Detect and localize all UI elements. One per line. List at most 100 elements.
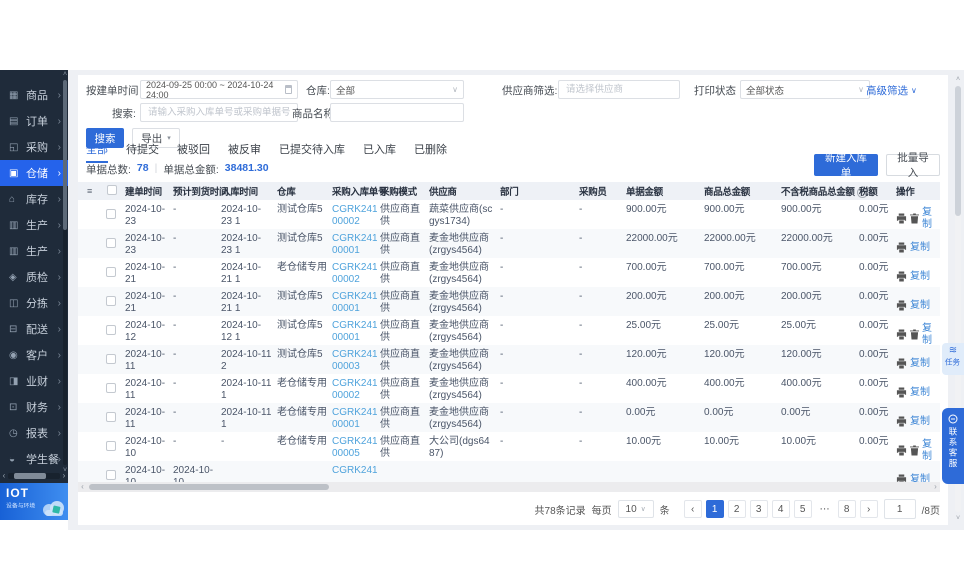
sidebar-item[interactable]: ▥ 生产 ›	[0, 212, 68, 238]
warehouse-select[interactable]: 全部 ∨	[330, 80, 464, 99]
order-number-link[interactable]: CGRK24102300002	[332, 204, 375, 228]
copy-link[interactable]: 复制	[922, 439, 938, 462]
sidebar-item[interactable]: ▣ 仓储 ›	[0, 160, 68, 186]
print-status-select[interactable]: 全部状态 ∨	[740, 80, 870, 99]
sidebar-item[interactable]: ◱ 采购 ›	[0, 134, 68, 160]
page-jump-input[interactable]	[884, 499, 916, 519]
row-checkbox[interactable]	[106, 209, 116, 219]
print-icon[interactable]	[896, 329, 907, 340]
copy-link[interactable]: 复制	[910, 271, 930, 283]
sidebar-item[interactable]: ◒ 学生餐 ›	[0, 446, 68, 472]
order-number-link[interactable]: CGRK24101000005	[332, 436, 375, 460]
advanced-filter-link[interactable]: 高级筛选 ∨	[866, 83, 917, 98]
page-button[interactable]: 8	[838, 500, 856, 518]
per-page-select[interactable]: 10 ∨	[618, 500, 654, 518]
copy-link[interactable]: 复制	[910, 242, 930, 254]
print-icon[interactable]	[896, 213, 907, 224]
table-horizontal-scrollbar[interactable]: ‹ ›	[78, 482, 940, 492]
delete-icon[interactable]	[910, 329, 919, 340]
scroll-up-icon[interactable]: ˄	[954, 76, 962, 83]
copy-link[interactable]: 复制	[910, 358, 930, 370]
row-checkbox[interactable]	[106, 383, 116, 393]
page-button[interactable]: 3	[750, 500, 768, 518]
tab[interactable]: 被驳回	[177, 141, 210, 163]
tab[interactable]: 待提交	[126, 141, 159, 163]
batch-import-button[interactable]: 批量导入	[886, 154, 940, 176]
print-icon[interactable]	[896, 358, 907, 369]
tab[interactable]: 已删除	[414, 141, 447, 163]
scrollbar-thumb[interactable]	[955, 86, 961, 216]
print-icon[interactable]	[896, 300, 907, 311]
copy-link[interactable]: 复制	[922, 323, 938, 346]
scroll-left-icon[interactable]: ‹	[78, 482, 87, 492]
tab[interactable]: 全部	[86, 141, 108, 163]
sidebar-item[interactable]: ◈ 质检 ›	[0, 264, 68, 290]
row-checkbox[interactable]	[106, 267, 116, 277]
sidebar-item[interactable]: ▤ 订单 ›	[0, 108, 68, 134]
scrollbar-thumb[interactable]	[89, 484, 329, 490]
goods-name-input[interactable]	[336, 106, 458, 119]
order-number-link[interactable]: CGRK241010	[332, 465, 375, 477]
column-settings-icon[interactable]: ≡	[87, 186, 92, 196]
tab[interactable]: 被反审	[228, 141, 261, 163]
order-number-link[interactable]: CGRK24102100002	[332, 262, 375, 286]
tab[interactable]: 已入库	[363, 141, 396, 163]
sidebar-item[interactable]: ▦ 商品 ›	[0, 82, 68, 108]
sidebar-item[interactable]: ◨ 业财 ›	[0, 368, 68, 394]
next-page-button[interactable]: ›	[860, 500, 878, 518]
order-number-link[interactable]: CGRK24101100001	[332, 407, 375, 431]
print-icon[interactable]	[896, 387, 907, 398]
page-button[interactable]: 1	[706, 500, 724, 518]
print-icon[interactable]	[896, 242, 907, 253]
select-all-checkbox[interactable]	[107, 185, 117, 195]
sidebar-item[interactable]: ◫ 分拣 ›	[0, 290, 68, 316]
sidebar-horizontal-scrollbar[interactable]: ‹ ›	[0, 472, 68, 480]
order-number-link[interactable]: CGRK24101200001	[332, 320, 375, 344]
order-number-link[interactable]: CGRK24101100002	[332, 378, 375, 402]
time-type-select[interactable]: 按建单时间 ∨	[86, 83, 148, 98]
copy-link[interactable]: 复制	[910, 416, 930, 428]
iot-banner[interactable]: IOT 设备与环境	[0, 483, 68, 520]
supplier-input[interactable]	[564, 83, 674, 96]
delete-icon[interactable]	[910, 445, 919, 456]
copy-link[interactable]: 复制	[910, 387, 930, 399]
create-inbound-order-button[interactable]: 新建入库单	[814, 154, 878, 176]
contact-support-button[interactable]: 联系客服	[942, 408, 964, 484]
print-icon[interactable]	[896, 474, 907, 482]
row-checkbox[interactable]	[106, 412, 116, 422]
row-checkbox[interactable]	[106, 441, 116, 451]
scroll-right-icon[interactable]: ›	[60, 472, 68, 480]
scroll-down-icon[interactable]: ˅	[954, 515, 962, 522]
copy-link[interactable]: 复制	[910, 474, 930, 483]
print-icon[interactable]	[896, 416, 907, 427]
sidebar-item[interactable]: ⊟ 配送 ›	[0, 316, 68, 342]
scroll-right-icon[interactable]: ›	[931, 482, 940, 492]
print-icon[interactable]	[896, 445, 907, 456]
order-number-link[interactable]: CGRK24102100001	[332, 291, 375, 315]
sidebar-vertical-scrollbar[interactable]	[63, 80, 67, 465]
copy-link[interactable]: 复制	[922, 207, 938, 230]
page-button[interactable]: 5	[794, 500, 812, 518]
row-checkbox[interactable]	[106, 354, 116, 364]
date-range-picker[interactable]: 2024-09-25 00:00 ~ 2024-10-24 24:00	[140, 80, 298, 99]
page-button[interactable]: 2	[728, 500, 746, 518]
page-button[interactable]: 4	[772, 500, 790, 518]
search-input[interactable]	[146, 106, 292, 119]
order-number-link[interactable]: CGRK24102300001	[332, 233, 375, 257]
row-checkbox[interactable]	[106, 470, 116, 480]
sidebar-item[interactable]: ⌂ 库存 ›	[0, 186, 68, 212]
sidebar-item[interactable]: ⊡ 财务 ›	[0, 394, 68, 420]
sidebar-item[interactable]: ▥ 生产 ›	[0, 238, 68, 264]
page-button[interactable]: ⋯	[816, 500, 834, 518]
order-number-link[interactable]: CGRK24101100003	[332, 349, 375, 373]
row-checkbox[interactable]	[106, 238, 116, 248]
row-checkbox[interactable]	[106, 296, 116, 306]
task-widget-button[interactable]: ≋ 任务	[942, 343, 964, 375]
prev-page-button[interactable]: ‹	[684, 500, 702, 518]
tab[interactable]: 已提交待入库	[279, 141, 345, 163]
delete-icon[interactable]	[910, 213, 919, 224]
scroll-left-icon[interactable]: ‹	[0, 472, 8, 480]
copy-link[interactable]: 复制	[910, 300, 930, 312]
print-icon[interactable]	[896, 271, 907, 282]
sidebar-item[interactable]: ◷ 报表 ›	[0, 420, 68, 446]
